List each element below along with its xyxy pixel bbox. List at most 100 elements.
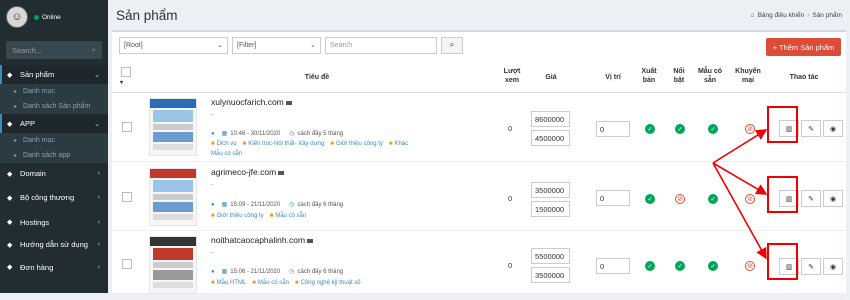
check-icon[interactable]: ✓ [708,261,718,271]
product-domain[interactable]: xulynuocfarich.com [211,97,292,107]
eye-icon: ◉ [829,195,837,203]
position-input[interactable]: 0 [596,121,630,137]
view-button[interactable]: ◉ [823,258,843,275]
check-icon[interactable]: ✓ [645,194,655,204]
category-link[interactable]: ■ Mẫu có sẵn [252,280,289,286]
cube-icon: ◆ [7,170,13,178]
search-button[interactable]: ⌕ [441,36,463,54]
search-input[interactable]: Search [325,36,437,54]
product-domain[interactable]: agrimeco-jfe.com [211,167,285,177]
category-link[interactable]: ■ Giới thiệu công ty [330,141,383,147]
breadcrumb-current: Sản phẩm [812,11,842,19]
product-thumbnail[interactable] [149,236,197,294]
row-checkbox[interactable] [122,122,132,132]
root-select[interactable]: [Root] ⌄ [119,36,228,54]
check-icon[interactable]: ✓ [675,261,685,271]
sidebar-item-bo-cong-thuong[interactable]: ◆ Bộ công thương ‹ [0,184,108,211]
price-input[interactable]: 5500000 [531,248,570,264]
col-template[interactable]: Mẫu có sẵn [697,67,723,85]
table-row: noithatcaocaphalinh.com - ● ▦ 15:06 - 21/1… [112,231,846,300]
position-input[interactable]: 0 [596,258,630,274]
category-link[interactable]: ■ Mẫu HTML [211,280,246,286]
chevron-left-icon: ‹ [97,241,100,248]
sidebar-subitem-danh-muc[interactable]: ▸ Danh mục [0,84,108,99]
sort-icon[interactable]: ▾ [120,79,123,88]
product-thumbnail[interactable] [149,168,197,226]
sale-price-input[interactable]: 4500000 [531,130,570,146]
edit-button[interactable]: ✎ [801,120,821,137]
col-position[interactable]: Vị trí [596,73,630,82]
sidebar-item-domain[interactable]: ◆ Domain ‹ [0,163,108,184]
chevron-left-icon: ‹ [97,218,100,226]
price-input[interactable]: 8600000 [531,111,570,127]
sidebar-item-san-pham[interactable]: ◆ Sản phẩm ⌄ [0,65,108,84]
sidebar-subitem-app-danh-muc[interactable]: ▸ Danh mục [0,133,108,148]
position-input[interactable]: 0 [596,190,630,206]
views-count: 0 [508,261,513,270]
highlight-box [767,243,798,280]
category-link[interactable]: ■ Mẫu có sẵn [270,213,307,219]
category-link[interactable]: ■ Kiến trúc-Nội thất- Xây dựng [243,141,325,147]
sale-price-input[interactable]: 1500000 [531,201,570,217]
clock-icon: ◷ [289,269,295,275]
row-checkbox[interactable] [122,192,132,202]
category-link[interactable]: ■ Khác [389,141,408,147]
sidebar-search-input[interactable]: Search... ⌕ [6,41,102,59]
breadcrumb-dashboard[interactable]: Bảng điều khiển [758,12,805,19]
add-product-button[interactable]: + Thêm Sản phẩm [766,38,841,56]
view-button[interactable]: ◉ [823,120,843,137]
check-icon[interactable]: ✓ [645,261,655,271]
sidebar-item-huong-dan[interactable]: ◆ Hướng dẫn sử dụng ‹ [0,233,108,256]
product-desc: - [211,248,214,257]
table-row: agrimeco-jfe.com - ● ▦ 15:09 - 21/11/2020 ◷… [112,162,846,231]
tag-icon [285,100,292,105]
calendar-icon: ▦ [221,202,228,208]
view-button[interactable]: ◉ [823,190,843,207]
category-link[interactable]: ■ Dịch vụ [211,141,237,147]
check-icon[interactable]: ✓ [708,194,718,204]
search-icon[interactable]: ⌕ [92,45,96,55]
sidebar-item-don-hang[interactable]: ◆ Đơn hàng ‹ [0,256,108,278]
filter-select[interactable]: [Filter] ⌄ [232,36,321,54]
check-icon[interactable]: ✓ [708,124,718,134]
category-link[interactable]: ■ Giới thiệu công ty [211,213,264,219]
product-thumbnail[interactable] [149,98,197,156]
check-icon[interactable]: ✓ [645,124,655,134]
folder-icon: ■ [330,141,334,147]
category-link[interactable]: ■ Công nghệ kỹ thuật số [295,280,361,286]
sale-price-input[interactable]: 3500000 [531,267,570,283]
price-input[interactable]: 3500000 [531,182,570,198]
product-domain[interactable]: noithatcaocaphalinh.com [211,235,314,245]
ban-icon[interactable]: ⊘ [745,124,755,134]
user-panel: ☺ Online [0,0,108,34]
sidebar-item-app[interactable]: ◆ APP ⌄ [0,114,108,133]
col-views[interactable]: Lượt xem [497,67,527,85]
calendar-icon: ▦ [221,269,228,275]
avatar: ☺ [6,6,28,28]
row-checkbox[interactable] [122,259,132,269]
ban-icon[interactable]: ⊘ [675,194,685,204]
check-icon[interactable]: ✓ [675,124,685,134]
sidebar-subitem-danh-sach-san-pham[interactable]: ▸ Danh sách Sản phẩm [0,99,108,114]
select-all-checkbox[interactable] [121,67,131,77]
eye-icon: ◉ [829,125,837,133]
col-featured[interactable]: Nổi bật [668,67,690,85]
table-header: ▾ Tiêu đề Lượt xem Giá Vị trí Xuất bản N… [112,65,846,93]
ban-icon[interactable]: ⊘ [745,194,755,204]
col-price[interactable]: Giá [536,73,566,82]
highlight-box [767,176,798,213]
col-title[interactable]: Tiêu đề [287,73,347,82]
edit-icon: ✎ [808,263,814,271]
sidebar-subitem-danh-sach-app[interactable]: ▸ Danh sách app [0,148,108,163]
sidebar-item-hostings[interactable]: ◆ Hostings ‹ [0,211,108,233]
edit-button[interactable]: ✎ [801,258,821,275]
category-link[interactable]: Mẫu có sẵn [211,151,242,157]
col-publish[interactable]: Xuất bản [638,67,660,85]
tag-icon [307,238,314,243]
col-promo[interactable]: Khuyến mại [732,67,764,85]
cube-icon: ◆ [7,219,13,226]
edit-icon: ✎ [808,125,814,133]
ban-icon[interactable]: ⊘ [745,261,755,271]
edit-button[interactable]: ✎ [801,190,821,207]
product-categories: ■ Giới thiệu công ty ■ Mẫu có sẵn [211,211,461,221]
